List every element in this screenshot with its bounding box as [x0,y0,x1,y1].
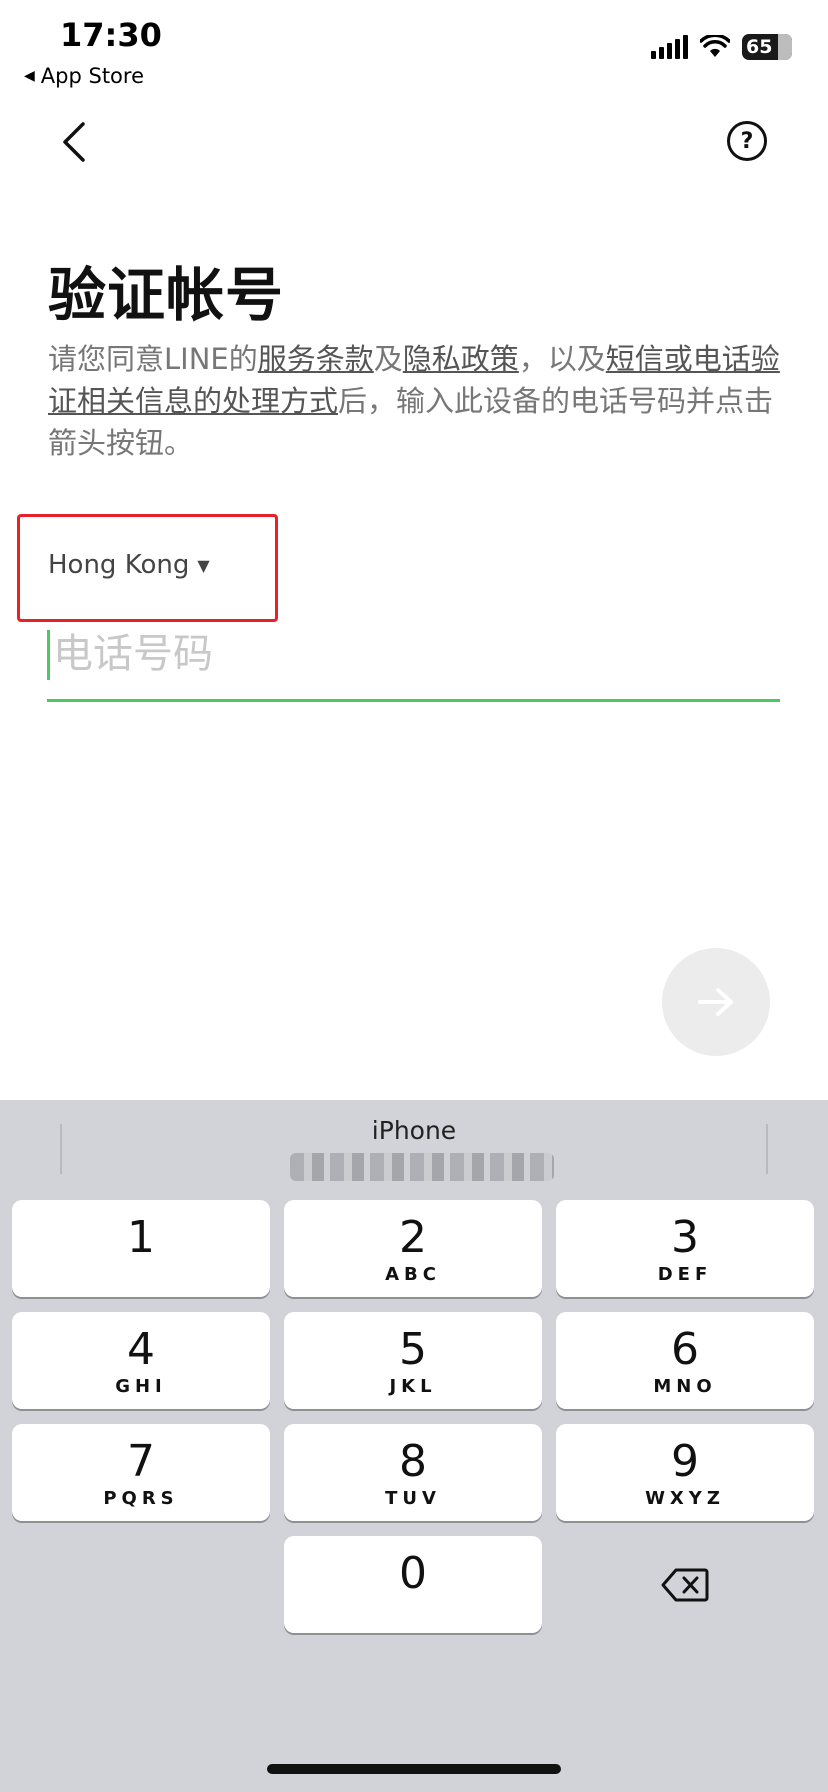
help-button[interactable]: ? [727,121,767,161]
key-6[interactable]: 6 MNO [556,1312,814,1409]
text-cursor [47,630,50,680]
delete-key[interactable] [556,1536,814,1633]
key-5[interactable]: 5 JKL [284,1312,542,1409]
key-digit: 1 [127,1211,155,1263]
page-title: 验证帐号 [48,261,285,329]
arrow-right-icon [698,988,733,1016]
key-letters: DEF [657,1263,713,1285]
home-indicator[interactable] [267,1764,561,1774]
backspace-icon [661,1568,709,1601]
dropdown-arrow-icon: ▼ [197,555,210,575]
key-digit: 4 [127,1323,155,1375]
key-digit: 5 [399,1323,427,1375]
chevron-left-icon [63,122,85,162]
key-9[interactable]: 9 WXYZ [556,1424,814,1521]
cellular-signal-icon [651,35,688,59]
battery-level: 65 [746,36,773,58]
key-digit: 6 [671,1323,699,1375]
key-letters: PQRS [103,1487,179,1509]
key-7[interactable]: 7 PQRS [12,1424,270,1521]
key-digit: 8 [399,1435,427,1487]
country-selector[interactable]: Hong Kong ▼ [48,550,210,580]
key-letters: WXYZ [645,1487,725,1509]
country-label: Hong Kong [48,550,190,580]
next-arrow-button[interactable] [662,948,770,1056]
wifi-icon [700,35,730,57]
status-icons: 65 [651,34,792,60]
suggestion-title: iPhone [371,1116,457,1145]
privacy-policy-link[interactable]: 隐私政策 [403,342,519,376]
phone-number-input[interactable] [53,624,753,684]
key-letters: MNO [653,1375,717,1397]
key-letters: ABC [385,1263,441,1285]
back-app-label: App Store [40,64,144,88]
battery-icon: 65 [742,34,792,60]
terms-of-service-link[interactable]: 服务条款 [258,342,374,376]
help-icon: ? [740,128,754,154]
back-button[interactable] [52,112,96,172]
desc-text-2: 及 [373,342,403,376]
key-letters: TUV [385,1487,441,1509]
phone-field [47,620,780,702]
status-bar: 17:30 ◀ App Store 65 [0,0,828,96]
back-to-app-link[interactable]: ◀ App Store [24,64,144,88]
autofill-suggestion-bar[interactable]: iPhone [0,1100,828,1200]
status-time: 17:30 [60,16,162,54]
back-triangle-icon: ◀ [24,68,35,84]
key-digit: 2 [399,1211,427,1263]
terms-description: 请您同意LINE的服务条款及隐私政策，以及短信或电话验证相关信息的处理方式后，输… [48,338,788,464]
key-letters: JKL [389,1375,437,1397]
desc-text-1: 请您同意LINE的 [48,342,258,376]
key-letters: GHI [115,1375,167,1397]
key-2[interactable]: 2 ABC [284,1200,542,1297]
key-digit: 9 [671,1435,699,1487]
key-0[interactable]: 0 [284,1536,542,1633]
key-4[interactable]: 4 GHI [12,1312,270,1409]
key-digit: 3 [671,1211,699,1263]
key-digit: 0 [399,1547,427,1599]
desc-text-3: ，以及 [518,342,606,376]
suggestion-redacted [290,1153,554,1181]
key-8[interactable]: 8 TUV [284,1424,542,1521]
key-3[interactable]: 3 DEF [556,1200,814,1297]
key-digit: 7 [127,1435,155,1487]
numeric-keypad: iPhone 1 2 ABC 3 DEF 4 GHI 5 JKL 6 MNO 7… [0,1100,828,1792]
key-1[interactable]: 1 [12,1200,270,1297]
